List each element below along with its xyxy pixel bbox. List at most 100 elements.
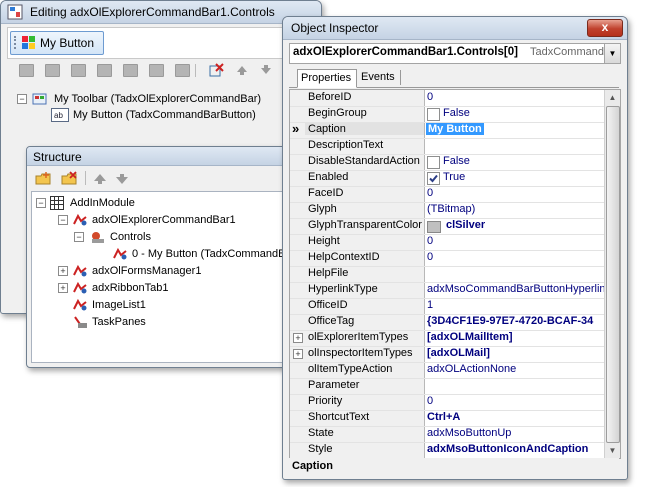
property-value[interactable]: 0: [427, 187, 433, 199]
expand-icon[interactable]: +: [58, 283, 68, 293]
property-name: HyperlinkType: [308, 283, 378, 295]
property-value[interactable]: False: [443, 155, 470, 167]
new-folder-icon[interactable]: [35, 171, 53, 187]
property-row[interactable]: » Caption My Button: [290, 122, 604, 139]
dropdown-arrow-icon[interactable]: ▼: [604, 44, 620, 63]
move-down-icon[interactable]: [115, 172, 129, 186]
property-row[interactable]: State adxMsoButtonUp: [290, 426, 604, 443]
property-row[interactable]: HyperlinkType adxMsoCommandBarButtonHyper…: [290, 282, 611, 299]
structure-titlebar[interactable]: Structure: [27, 147, 289, 166]
property-row[interactable]: + olExplorerItemTypes [adxOLMailItem]: [290, 330, 604, 347]
move-button[interactable]: [149, 64, 164, 77]
checkbox-checked[interactable]: [427, 172, 440, 185]
property-row[interactable]: ShortcutText Ctrl+A: [290, 410, 604, 427]
vertical-scrollbar[interactable]: ▲ ▼: [604, 90, 620, 458]
module-grid-icon: [50, 196, 64, 210]
scroll-up-arrow-icon[interactable]: ▲: [605, 90, 620, 105]
cut-button[interactable]: [123, 64, 138, 77]
copy-button[interactable]: [71, 64, 86, 77]
editor-titlebar[interactable]: Editing adxOlExplorerCommandBar1.Control…: [1, 1, 321, 24]
property-row[interactable]: HelpFile: [290, 266, 604, 283]
property-row[interactable]: DescriptionText: [290, 138, 604, 155]
property-value[interactable]: clSilver: [446, 219, 485, 231]
close-button[interactable]: x: [587, 19, 623, 37]
property-row[interactable]: GlyphTransparentColor clSilver: [290, 218, 604, 235]
property-value[interactable]: 0: [427, 251, 433, 263]
object-type: TadxCommandB: [530, 46, 612, 58]
tree-item-label: adxRibbonTab1: [92, 282, 169, 294]
property-value[interactable]: adxMsoButtonIconAndCaption: [427, 443, 588, 455]
tree-item-label: 0 - My Button (TadxCommandBar: [132, 248, 287, 260]
move-up-icon[interactable]: [236, 64, 248, 76]
move-up-icon[interactable]: [93, 172, 107, 186]
delete-folder-icon[interactable]: [61, 171, 79, 187]
property-row[interactable]: BeforeID 0: [290, 90, 604, 107]
property-row[interactable]: HelpContextID 0: [290, 250, 604, 267]
expand-icon[interactable]: +: [293, 333, 303, 343]
property-row[interactable]: FaceID 0: [290, 186, 604, 203]
property-row[interactable]: Enabled True: [290, 170, 604, 187]
tree-item-label: My Toolbar (TadxOlExplorerCommandBar): [54, 93, 262, 105]
inspector-status-bar: Caption: [289, 458, 619, 475]
checkbox-unchecked[interactable]: [427, 156, 440, 169]
property-value[interactable]: (TBitmap): [427, 203, 475, 215]
property-value[interactable]: [adxOLMail]: [427, 347, 490, 359]
property-value[interactable]: 0: [427, 235, 433, 247]
toolbar-icon: [32, 93, 47, 105]
delete-icon[interactable]: [209, 63, 225, 77]
checkmark-icon: [429, 174, 438, 183]
property-value[interactable]: 0: [427, 395, 433, 407]
property-name: olExplorerItemTypes: [308, 331, 409, 343]
property-name: Style: [308, 443, 333, 455]
collapse-icon[interactable]: −: [36, 198, 46, 208]
property-row[interactable]: OfficeTag {3D4CF1E9-97E7-4720-BCAF-34: [290, 314, 604, 331]
inspector-titlebar[interactable]: Object Inspector x: [283, 17, 627, 40]
select-all-button[interactable]: [175, 64, 190, 77]
collapse-icon[interactable]: −: [17, 94, 27, 104]
property-name: GlyphTransparentColor: [308, 219, 422, 231]
property-value[interactable]: [adxOLMailItem]: [427, 331, 513, 343]
property-row[interactable]: Height 0: [290, 234, 604, 251]
property-name: Parameter: [308, 379, 360, 391]
object-selector[interactable]: adxOlExplorerCommandBar1.Controls[0] Tad…: [289, 43, 621, 64]
property-row[interactable]: Parameter: [290, 378, 604, 395]
property-value[interactable]: adxMsoButtonUp: [427, 427, 511, 439]
property-value[interactable]: False: [443, 107, 470, 119]
property-value[interactable]: adxOLActionNone: [427, 363, 516, 375]
collapse-icon[interactable]: −: [74, 232, 84, 242]
tab-properties[interactable]: Properties: [297, 69, 357, 88]
tree-item-label: My Button (TadxCommandBarButton): [73, 109, 256, 121]
paste-button[interactable]: [97, 64, 112, 77]
expand-icon[interactable]: +: [58, 266, 68, 276]
scroll-down-arrow-icon[interactable]: ▼: [605, 443, 620, 458]
tab-events[interactable]: Events: [358, 70, 401, 85]
scrollbar-thumb[interactable]: [606, 106, 620, 443]
property-row[interactable]: BeginGroup False: [290, 106, 604, 123]
new-subitem-button[interactable]: [45, 64, 60, 77]
color-swatch: [427, 221, 441, 233]
property-value[interactable]: Ctrl+A: [427, 411, 460, 423]
property-row[interactable]: olItemTypeAction adxOLActionNone: [290, 362, 604, 379]
tab-label: Events: [361, 71, 395, 83]
property-row[interactable]: Priority 0: [290, 394, 604, 411]
property-value[interactable]: adxMsoCommandBarButtonHyperlink: [427, 283, 611, 295]
checkbox-unchecked[interactable]: [427, 108, 440, 121]
new-item-button[interactable]: [19, 64, 34, 77]
property-row[interactable]: OfficeID 1: [290, 298, 604, 315]
my-button-preview[interactable]: My Button: [10, 31, 104, 55]
property-row[interactable]: DisableStandardAction False: [290, 154, 604, 171]
property-row[interactable]: + olInspectorItemTypes [adxOLMail]: [290, 346, 604, 363]
property-value[interactable]: {3D4CF1E9-97E7-4720-BCAF-34: [427, 315, 593, 327]
move-down-icon[interactable]: [260, 64, 272, 76]
property-value[interactable]: 0: [427, 91, 433, 103]
editor-tree: − My Toolbar (TadxOlExplorerCommandBar) …: [7, 87, 315, 143]
button-icon: ab: [51, 108, 69, 122]
expand-icon[interactable]: +: [293, 349, 303, 359]
property-row[interactable]: Glyph (TBitmap): [290, 202, 604, 219]
property-value[interactable]: My Button: [426, 123, 484, 135]
property-row[interactable]: Style adxMsoButtonIconAndCaption: [290, 442, 604, 458]
property-name: olItemTypeAction: [308, 363, 393, 375]
collapse-icon[interactable]: −: [58, 215, 68, 225]
property-value[interactable]: 1: [427, 299, 433, 311]
property-value[interactable]: True: [443, 171, 465, 183]
